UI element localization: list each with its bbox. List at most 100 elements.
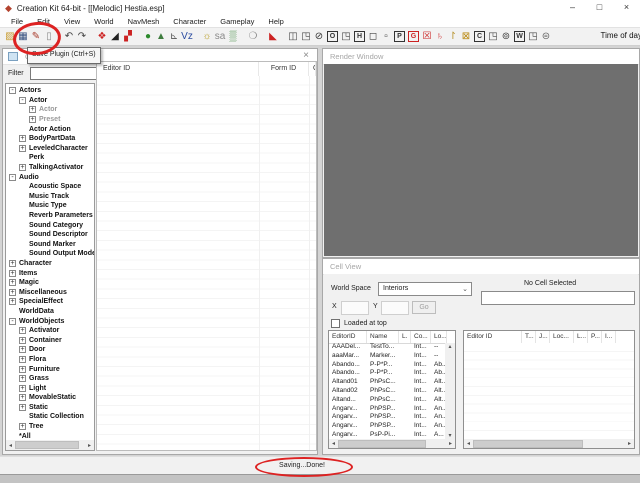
expand-icon[interactable]: + bbox=[19, 375, 26, 382]
expand-icon[interactable]: + bbox=[19, 385, 26, 392]
cell-table-vertical-scrollbar[interactable]: ▴ ▾ bbox=[445, 343, 455, 439]
multibound-box-icon[interactable]: ◳ bbox=[340, 30, 352, 44]
tree-item-talkingactivator[interactable]: +TalkingActivator bbox=[6, 163, 94, 173]
ref-column-6[interactable]: I... bbox=[602, 331, 616, 343]
snap-handle-icon[interactable]: ♄ bbox=[434, 30, 446, 44]
cell-row[interactable]: Angarv...PhPSP...Int...An... bbox=[329, 422, 445, 431]
geometry-letter-icon[interactable]: G bbox=[408, 31, 419, 42]
collapse-icon[interactable]: - bbox=[9, 174, 16, 181]
render-window-caption[interactable]: Render Window bbox=[323, 49, 639, 65]
heightmap-editing-icon[interactable]: ◣ bbox=[267, 30, 279, 44]
tree-item-tree[interactable]: +Tree bbox=[6, 422, 94, 432]
tree-item-actor[interactable]: -Actor bbox=[6, 96, 94, 106]
run-world-icon[interactable]: ● bbox=[142, 30, 154, 44]
water-letter-icon[interactable]: W bbox=[514, 31, 525, 42]
menu-gameplay[interactable]: Gameplay bbox=[213, 17, 261, 26]
tree-item-actor[interactable]: +Actor bbox=[6, 105, 94, 115]
object-list-column-2[interactable]: C bbox=[309, 62, 316, 76]
scroll-left-icon[interactable]: ◂ bbox=[329, 440, 338, 447]
small-box-icon[interactable]: ▫ bbox=[380, 30, 392, 44]
snap-to-reference-icon[interactable]: ▞ bbox=[122, 30, 134, 44]
minimize-button[interactable]: – bbox=[559, 0, 586, 16]
expand-icon[interactable]: + bbox=[9, 289, 16, 296]
scroll-right-icon[interactable]: ▸ bbox=[625, 440, 634, 447]
scroll-left-icon[interactable]: ◂ bbox=[6, 442, 15, 449]
tree-item-furniture[interactable]: +Furniture bbox=[6, 364, 94, 374]
scrollbar-thumb[interactable] bbox=[15, 441, 79, 449]
tree-item-reverb-parameters[interactable]: Reverb Parameters bbox=[6, 211, 94, 221]
y-coordinate-field[interactable] bbox=[381, 301, 409, 315]
landscape-editing-icon[interactable]: ▲ bbox=[155, 30, 167, 44]
expand-icon[interactable]: + bbox=[19, 346, 26, 353]
object-window-close-icon[interactable]: × bbox=[303, 50, 309, 61]
data-files-icon[interactable]: ✎ bbox=[30, 30, 42, 44]
tree-item-miscellaneous[interactable]: +Miscellaneous bbox=[6, 287, 94, 297]
tree-item-specialeffect[interactable]: +SpecialEffect bbox=[6, 297, 94, 307]
scrollbar-thumb[interactable] bbox=[473, 440, 583, 448]
undo-icon[interactable]: ↶ bbox=[63, 30, 75, 44]
box-3d-icon[interactable]: ◫ bbox=[287, 30, 299, 44]
cell-search-input[interactable] bbox=[481, 291, 635, 305]
tree-item-perk[interactable]: Perk bbox=[6, 153, 94, 163]
menu-file[interactable]: File bbox=[4, 17, 30, 26]
expand-icon[interactable]: + bbox=[19, 366, 26, 373]
box-3d-rotate-icon[interactable]: ◳ bbox=[300, 30, 312, 44]
ref-column-3[interactable]: Loc... bbox=[550, 331, 574, 343]
go-button[interactable]: Go bbox=[412, 301, 436, 314]
light-picker-icon[interactable]: ↾ bbox=[447, 30, 459, 44]
menu-world[interactable]: World bbox=[87, 17, 120, 26]
scroll-right-icon[interactable]: ▸ bbox=[85, 442, 94, 449]
cell-table-horizontal-scrollbar[interactable]: ◂ ▸ bbox=[329, 439, 455, 448]
tree-item--all[interactable]: *All bbox=[6, 431, 94, 440]
collapse-icon[interactable]: - bbox=[19, 97, 26, 104]
tree-item-light[interactable]: +Light bbox=[6, 383, 94, 393]
expand-icon[interactable]: + bbox=[9, 270, 16, 277]
menu-edit[interactable]: Edit bbox=[30, 17, 57, 26]
cell-column-1[interactable]: Name bbox=[367, 331, 399, 343]
no-clip-icon[interactable]: ⊘ bbox=[313, 30, 325, 44]
expand-icon[interactable]: + bbox=[19, 394, 26, 401]
cell-row[interactable]: Angarv...PhPSP...Int...An... bbox=[329, 405, 445, 414]
object-list-column-0[interactable]: Editor ID bbox=[97, 62, 259, 76]
tree-item-preset[interactable]: +Preset bbox=[6, 115, 94, 125]
snap-to-angle-icon[interactable]: ◢ bbox=[109, 30, 121, 44]
ref-table-horizontal-scrollbar[interactable]: ◂ ▸ bbox=[464, 439, 634, 448]
cell-row[interactable]: Abando...P-P*P...Int...Ab... bbox=[329, 361, 445, 370]
menu-view[interactable]: View bbox=[57, 17, 87, 26]
maximize-button[interactable]: □ bbox=[586, 0, 613, 16]
object-list-body[interactable] bbox=[97, 76, 316, 450]
primitives-letter-icon[interactable]: P bbox=[394, 31, 405, 42]
ref-column-2[interactable]: J... bbox=[536, 331, 550, 343]
tree-item-static-collection[interactable]: Static Collection bbox=[6, 412, 94, 422]
tree-item-leveledcharacter[interactable]: +LeveledCharacter bbox=[6, 144, 94, 154]
cell-row[interactable]: Altand02PhPsC...Int...Alt... bbox=[329, 387, 445, 396]
loaded-at-top-checkbox[interactable] bbox=[331, 319, 340, 328]
object-list-column-1[interactable]: Form ID bbox=[259, 62, 309, 76]
redo-icon[interactable]: ↷ bbox=[76, 30, 88, 44]
toggle-lights-icon[interactable]: ☼ bbox=[201, 30, 213, 44]
cell-row[interactable]: Angarv...PsP-Pi...Int...A... bbox=[329, 431, 445, 439]
tree-item-door[interactable]: +Door bbox=[6, 345, 94, 355]
measure-icon[interactable]: ⊾ bbox=[168, 30, 180, 44]
scroll-up-icon[interactable]: ▴ bbox=[446, 343, 455, 350]
portals-letter-icon[interactable]: H bbox=[354, 31, 365, 42]
menu-help[interactable]: Help bbox=[261, 17, 290, 26]
cell-row[interactable]: Abando...P-P*P...Int...Ab... bbox=[329, 369, 445, 378]
tree-item-movablestatic[interactable]: +MovableStatic bbox=[6, 393, 94, 403]
cell-row[interactable]: Angarv...PhPSP...Int...An... bbox=[329, 413, 445, 422]
expand-icon[interactable]: + bbox=[9, 260, 16, 267]
tree-item-actors[interactable]: -Actors bbox=[6, 86, 94, 96]
ref-column-1[interactable]: T... bbox=[522, 331, 536, 343]
scrollbar-thumb[interactable] bbox=[338, 440, 426, 448]
tree-item-sound-descriptor[interactable]: Sound Descriptor bbox=[6, 230, 94, 240]
expand-icon[interactable]: + bbox=[19, 423, 26, 430]
object-list[interactable]: Editor IDForm IDC bbox=[96, 61, 317, 451]
cell-list-table[interactable]: EditorIDNameL.Co...Lo... AAADel...TestTo… bbox=[328, 330, 456, 449]
tree-item-sound-marker[interactable]: Sound Marker bbox=[6, 240, 94, 250]
box-3d-b-icon[interactable]: ◳ bbox=[487, 30, 499, 44]
cell-row[interactable]: Altand...PhPsC...Int...Alt... bbox=[329, 396, 445, 405]
expand-icon[interactable]: + bbox=[19, 337, 26, 344]
world-space-dropdown[interactable]: Interiors ⌄ bbox=[378, 282, 472, 296]
tree-item-activator[interactable]: +Activator bbox=[6, 326, 94, 336]
tree-item-container[interactable]: +Container bbox=[6, 335, 94, 345]
